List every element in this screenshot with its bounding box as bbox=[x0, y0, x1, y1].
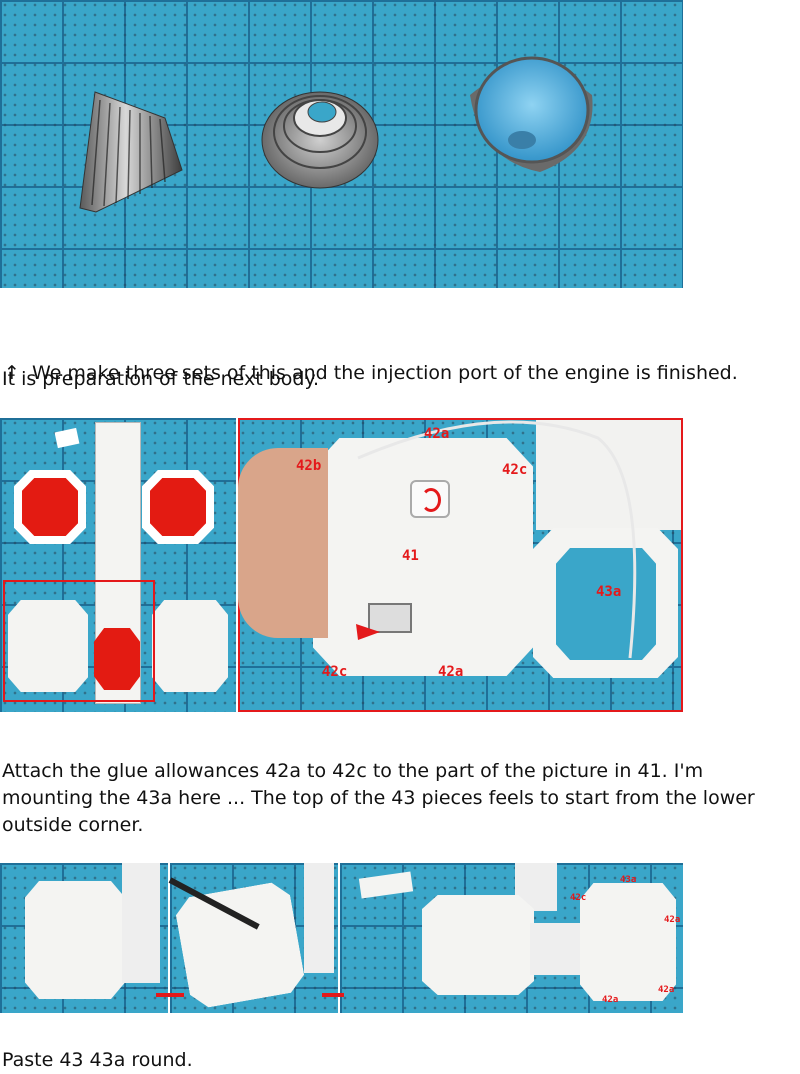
cone-side-view bbox=[79, 91, 183, 213]
strip-step2 bbox=[304, 863, 334, 973]
red-fill-right bbox=[150, 478, 206, 536]
red-fill-left bbox=[22, 478, 78, 536]
paper-scrap bbox=[54, 427, 80, 449]
label-43a: 43a bbox=[596, 584, 622, 600]
cone-inside-view bbox=[470, 56, 593, 172]
panel-43-step2 bbox=[173, 880, 307, 1010]
assembly-photo: 42a 42b 42c 42c 42a 41 43a bbox=[0, 418, 683, 712]
paste-step-1 bbox=[0, 863, 168, 1013]
strip-step1 bbox=[122, 863, 160, 983]
label-42a-bottom: 42a bbox=[438, 664, 464, 680]
paste-round-photo: 43a 42c 42a 42a 42a bbox=[0, 863, 683, 1013]
label-41: 41 bbox=[402, 548, 419, 564]
scrap-step3 bbox=[358, 871, 414, 899]
panel-right-small bbox=[152, 600, 228, 692]
panel-43-step1 bbox=[25, 881, 125, 999]
assembly-zoom-photo: 42a 42b 42c 42c 42a 41 43a bbox=[238, 418, 683, 712]
panel-43-left bbox=[422, 895, 534, 995]
paste-label-42a-1: 42a bbox=[664, 915, 681, 925]
label-42a-top: 42a bbox=[424, 426, 450, 442]
paste-label-42a-3: 42a bbox=[658, 985, 675, 995]
caption-2: Attach the glue allowances 42a to 42c to… bbox=[2, 760, 755, 836]
red-arrow-1 bbox=[156, 993, 184, 997]
label-42c-bottom: 42c bbox=[322, 664, 348, 680]
cone-top-view bbox=[261, 91, 379, 189]
engine-parts-photo bbox=[0, 0, 683, 288]
bridge-panel bbox=[530, 923, 580, 975]
paste-label-42a-2: 42a bbox=[602, 995, 619, 1005]
label-42c-top: 42c bbox=[502, 462, 528, 478]
paste-step-2 bbox=[156, 863, 338, 1013]
assembly-overview-photo bbox=[0, 418, 236, 712]
paste-label-42c: 42c bbox=[570, 893, 587, 903]
paste-step-3: 43a 42c 42a 42a 42a bbox=[322, 863, 683, 1013]
paste-label-43a: 43a bbox=[620, 875, 637, 885]
engine-cones-illustration bbox=[79, 56, 593, 213]
caption-1b: It is preparation of the next body. bbox=[2, 368, 320, 390]
highlight-box bbox=[3, 580, 155, 702]
red-arrow-2 bbox=[322, 993, 344, 997]
caption-3: Paste 43 43a round. bbox=[2, 1049, 193, 1071]
label-42b: 42b bbox=[296, 458, 322, 474]
panel-43a-right bbox=[580, 883, 676, 1001]
